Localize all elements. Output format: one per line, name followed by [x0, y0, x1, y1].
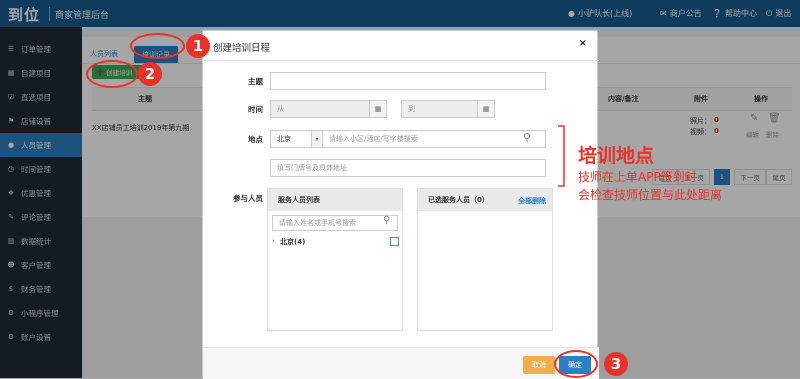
cancel-button[interactable]: 取消 [523, 356, 555, 374]
staff-search-placeholder: 请输入姓名或手机号搜索 [279, 219, 356, 227]
subject-input[interactable] [270, 72, 546, 90]
modal-header-divider [203, 60, 599, 61]
time-label: 时间 [248, 105, 263, 114]
subject-label: 主题 [248, 77, 263, 86]
search-icon[interactable]: ⚲ [383, 215, 390, 226]
annotation-number-1: 1 [186, 34, 210, 58]
address-input[interactable]: 填写门牌号及具体地址 [270, 159, 546, 177]
staff-list-box: 服务人员列表 请输入姓名或手机号搜索 ⚲ › 北京(4) [267, 188, 403, 331]
search-icon[interactable]: ⚲ [523, 131, 531, 144]
location-search-input[interactable]: 请输入小区/酒店/写字楼搜索 [322, 130, 546, 148]
location-label: 地点 [248, 135, 263, 144]
create-training-modal: 创建培训日程 × 主题 时间 从 ▦ 到 ▦ 地点 北京 ▾ 请输入小区/酒店/… [202, 30, 599, 379]
annotation-number-3: 3 [604, 352, 628, 376]
annotation-line-2: 会检查技师位置与此处距离 [578, 188, 723, 202]
modal-footer: 取消 确定 [203, 347, 599, 379]
annotation-title: 培训地点 [578, 145, 655, 167]
start-time-prefix: 从 [277, 105, 284, 113]
end-time-prefix: 到 [408, 105, 415, 113]
tree-node-beijing[interactable]: 北京(4) [280, 237, 305, 247]
chevron-right-icon[interactable]: › [272, 237, 275, 245]
close-icon[interactable]: × [579, 38, 587, 49]
address-placeholder: 填写门牌号及具体地址 [277, 164, 347, 172]
location-placeholder: 请输入小区/酒店/写字楼搜索 [329, 135, 418, 143]
calendar-icon[interactable]: ▦ [477, 100, 495, 118]
participants-label: 参与人员 [233, 194, 263, 203]
calendar-icon[interactable]: ▦ [369, 100, 387, 118]
annotation-ring-1 [130, 33, 185, 59]
staff-list-title: 服务人员列表 [268, 189, 402, 211]
staff-search-input[interactable]: 请输入姓名或手机号搜索 [272, 215, 398, 231]
modal-title: 创建培训日程 [213, 43, 271, 54]
annotation-bracket [558, 125, 565, 187]
checkbox[interactable] [390, 237, 399, 246]
annotation-ring-3 [554, 350, 598, 378]
annotation-number-2: 2 [138, 62, 162, 86]
selected-staff-box: 已选服务人员（0） 全部删除 [417, 188, 553, 331]
annotation-line-1: 技师在上单APP签到时 [578, 170, 697, 184]
delete-all-link[interactable]: 全部删除 [518, 196, 546, 206]
city-value: 北京 [277, 135, 291, 143]
annotation-ring-2 [86, 60, 138, 88]
